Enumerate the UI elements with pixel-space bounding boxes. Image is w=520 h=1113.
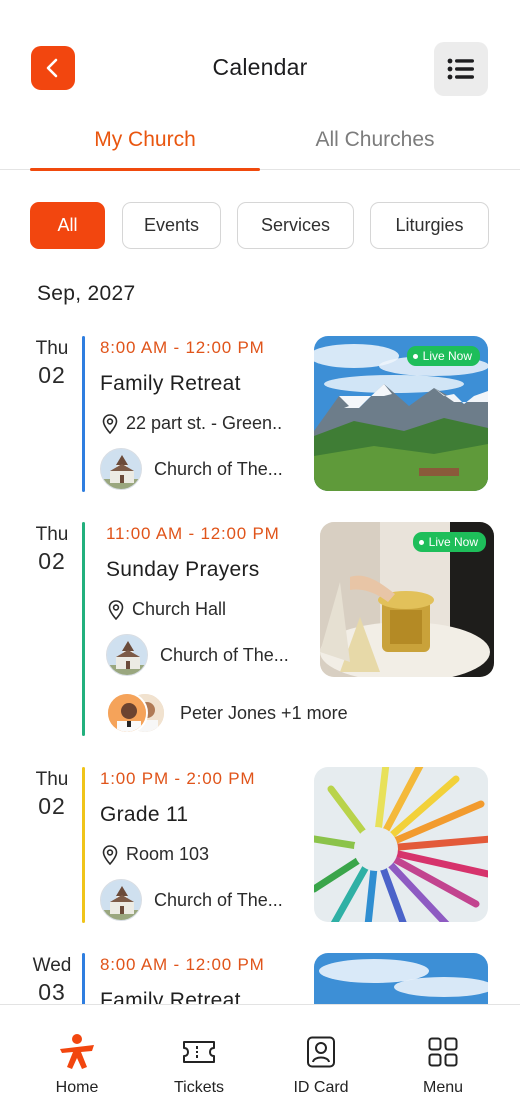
- event-location: Church Hall: [108, 599, 226, 620]
- event-weekday: Wed: [32, 955, 72, 976]
- event-church-name: Church of The...: [154, 889, 283, 910]
- event-weekday: Thu: [35, 338, 69, 359]
- event-church-name: Church of The...: [160, 644, 289, 665]
- ticket-icon: [179, 1035, 219, 1069]
- app-header: Calendar: [0, 0, 520, 110]
- nav-menu[interactable]: Menu: [383, 1005, 503, 1113]
- map-pin-icon: [108, 599, 124, 620]
- event-location-text: Room 103: [126, 844, 210, 864]
- avatar: [106, 692, 148, 734]
- event-date: 03: [38, 979, 66, 1005]
- id-card-icon: [301, 1035, 341, 1069]
- event-attendees[interactable]: Peter Jones +1 more: [106, 692, 348, 734]
- event-card[interactable]: Thu 02 11:00 AM - 12:00 PM Sunday Prayer…: [0, 522, 520, 738]
- event-card[interactable]: Thu 02 1:00 PM - 2:00 PM Grade 11 Room 1…: [0, 767, 520, 925]
- event-thumbnail[interactable]: [314, 767, 488, 922]
- nav-tickets-label: Tickets: [173, 1079, 225, 1096]
- filter-liturgies-chip[interactable]: Liturgies: [370, 202, 489, 249]
- event-time: 8:00 AM - 12:00 PM: [100, 955, 265, 974]
- church-avatar: [100, 879, 142, 921]
- event-time: 8:00 AM - 12:00 PM: [100, 338, 265, 357]
- bottom-navigation: Home Tickets ID Card Menu: [0, 1004, 520, 1113]
- live-now-badge: Live Now: [406, 346, 480, 366]
- event-accent-bar: [82, 522, 85, 736]
- event-time: 1:00 PM - 2:00 PM: [100, 769, 256, 788]
- event-thumbnail[interactable]: Live Now: [314, 336, 488, 491]
- list-icon: [447, 58, 474, 80]
- event-weekday: Thu: [35, 524, 69, 545]
- filter-all-chip[interactable]: All: [30, 202, 105, 249]
- event-church: Church of The...: [100, 448, 283, 490]
- active-tab-indicator: [30, 168, 260, 171]
- event-location-text: 22 part st. - Green..: [126, 413, 283, 433]
- tab-my-church[interactable]: My Church: [30, 128, 260, 152]
- event-date: 02: [38, 793, 66, 819]
- event-location-text: Church Hall: [132, 599, 227, 619]
- list-view-button[interactable]: [434, 42, 488, 96]
- nav-home[interactable]: Home: [17, 1005, 137, 1113]
- live-now-badge: Live Now: [412, 532, 486, 552]
- event-title: Grade 11: [100, 803, 189, 826]
- event-time: 11:00 AM - 12:00 PM: [106, 524, 280, 543]
- event-church: Church of The...: [100, 879, 283, 921]
- tab-all-churches[interactable]: All Churches: [260, 128, 490, 152]
- event-accent-bar: [82, 336, 85, 492]
- grid-menu-icon: [423, 1035, 463, 1069]
- event-date: 02: [38, 548, 66, 574]
- event-weekday: Thu: [35, 769, 69, 790]
- event-church-name: Church of The...: [154, 458, 283, 479]
- nav-home-label: Home: [55, 1079, 99, 1096]
- attendee-avatars: [106, 692, 166, 734]
- event-date: 02: [38, 362, 66, 388]
- map-pin-icon: [102, 844, 118, 865]
- church-tabs: My Church All Churches: [0, 110, 520, 171]
- nav-id-card-label: ID Card: [293, 1079, 349, 1096]
- filter-events-chip[interactable]: Events: [122, 202, 221, 249]
- month-heading: Sep, 2027: [37, 282, 136, 305]
- event-church: Church of The...: [106, 634, 289, 676]
- event-location: Room 103: [102, 844, 209, 865]
- church-avatar: [100, 448, 142, 490]
- event-thumbnail[interactable]: Live Now: [320, 522, 494, 677]
- nav-id-card[interactable]: ID Card: [261, 1005, 381, 1113]
- church-avatar: [106, 634, 148, 676]
- event-title: Family Retreat: [100, 372, 241, 395]
- event-location: 22 part st. - Green..: [102, 413, 282, 434]
- nav-tickets[interactable]: Tickets: [139, 1005, 259, 1113]
- event-title: Sunday Prayers: [106, 558, 260, 581]
- map-pin-icon: [102, 413, 118, 434]
- event-accent-bar: [82, 767, 85, 923]
- event-attendees-text: Peter Jones +1 more: [180, 702, 348, 723]
- nav-menu-label: Menu: [422, 1079, 464, 1096]
- home-person-icon: [57, 1034, 97, 1069]
- filter-services-chip[interactable]: Services: [237, 202, 354, 249]
- event-card[interactable]: Thu 02 8:00 AM - 12:00 PM Family Retreat…: [0, 336, 520, 494]
